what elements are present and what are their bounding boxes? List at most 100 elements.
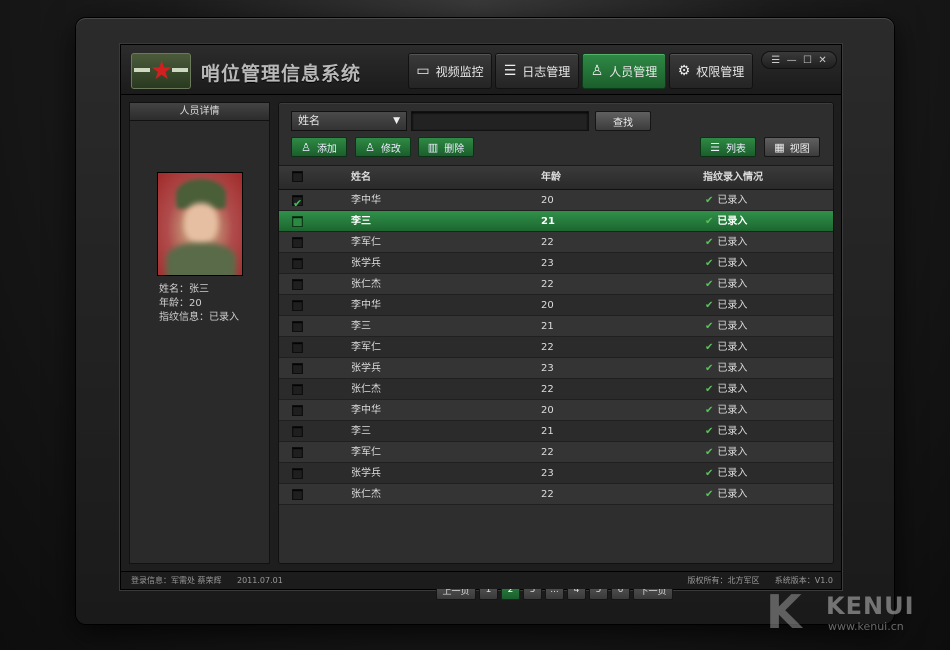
check-icon: ✔ bbox=[705, 258, 714, 269]
minimize-icon[interactable]: — bbox=[787, 55, 797, 66]
row-checkbox[interactable] bbox=[292, 484, 304, 505]
cell-name: 李军仁 bbox=[351, 447, 381, 458]
select-all-checkbox[interactable] bbox=[292, 166, 304, 187]
tab-personnel-management[interactable]: ♙ 人员管理 bbox=[582, 53, 666, 89]
table-row[interactable]: 张学兵 23 ✔ 已录入 bbox=[279, 358, 833, 379]
list-view-button[interactable]: ☰ 列表 bbox=[700, 137, 756, 157]
status-text: 已录入 bbox=[717, 447, 748, 458]
row-checkbox[interactable] bbox=[292, 295, 304, 316]
cell-age: 22 bbox=[541, 279, 554, 290]
table-row[interactable]: 李三 21 ✔ 已录入 bbox=[279, 316, 833, 337]
grid-view-button[interactable]: ▦ 视图 bbox=[764, 137, 820, 157]
table-row[interactable]: 张学兵 23 ✔ 已录入 bbox=[279, 253, 833, 274]
cell-status: ✔ 已录入 bbox=[705, 379, 747, 400]
close-icon[interactable]: ✕ bbox=[818, 55, 826, 66]
cell-name: 李中华 bbox=[351, 300, 381, 311]
cell-name: 张学兵 bbox=[351, 468, 381, 479]
delete-button[interactable]: ▥ 删除 bbox=[418, 137, 474, 157]
status-bar: 登录信息：军需处 蔡荣辉 2011.07.01 版权所有：北方军区 系统版本：V… bbox=[121, 571, 841, 589]
check-icon: ✔ bbox=[705, 300, 714, 311]
status-text: 已录入 bbox=[717, 405, 748, 416]
row-checkbox[interactable] bbox=[292, 316, 304, 337]
version-text: 系统版本：V1.0 bbox=[774, 576, 833, 585]
table-row[interactable]: 李军仁 22 ✔ 已录入 bbox=[279, 442, 833, 463]
document-icon: ☰ bbox=[503, 63, 517, 79]
row-checkbox[interactable] bbox=[292, 253, 304, 274]
check-icon: ✔ bbox=[705, 447, 714, 458]
row-checkbox[interactable] bbox=[292, 337, 304, 358]
app-header: ★ 哨位管理信息系统 ▭ 视频监控 ☰ 日志管理 ♙ 人员管理 ⚙ 权限管理 ☰… bbox=[121, 45, 841, 95]
select-value: 姓名 bbox=[298, 114, 320, 127]
table-row[interactable]: 李军仁 22 ✔ 已录入 bbox=[279, 232, 833, 253]
table-row[interactable]: 张仁杰 22 ✔ 已录入 bbox=[279, 484, 833, 505]
cell-age: 23 bbox=[541, 258, 554, 269]
cell-age: 22 bbox=[541, 447, 554, 458]
tab-label: 权限管理 bbox=[696, 64, 745, 79]
row-checkbox[interactable] bbox=[292, 379, 304, 400]
row-checkbox[interactable] bbox=[292, 421, 304, 442]
table-row[interactable]: 李军仁 22 ✔ 已录入 bbox=[279, 337, 833, 358]
status-text: 已录入 bbox=[717, 237, 748, 248]
chevron-down-icon: ▼ bbox=[393, 116, 400, 126]
table-row[interactable]: 张学兵 23 ✔ 已录入 bbox=[279, 463, 833, 484]
row-checkbox[interactable] bbox=[292, 400, 304, 421]
tab-label: 人员管理 bbox=[609, 64, 658, 79]
add-label: 添加 bbox=[316, 143, 337, 155]
tab-label: 视频监控 bbox=[435, 64, 484, 79]
tab-video-monitor[interactable]: ▭ 视频监控 bbox=[408, 53, 492, 89]
status-text: 已录入 bbox=[717, 300, 748, 311]
cell-status: ✔ 已录入 bbox=[705, 295, 747, 316]
app-title: 哨位管理信息系统 bbox=[201, 63, 362, 85]
status-text: 已录入 bbox=[717, 342, 748, 353]
add-button[interactable]: ♙ 添加 bbox=[291, 137, 347, 157]
window-controls: ☰ — ☐ ✕ bbox=[761, 51, 837, 69]
search-field-select[interactable]: 姓名 ▼ bbox=[291, 111, 407, 131]
cell-status: ✔ 已录入 bbox=[705, 484, 747, 505]
row-checkbox[interactable] bbox=[292, 211, 304, 232]
table-row[interactable]: 李三 21 ✔ 已录入 bbox=[279, 421, 833, 442]
table-row[interactable]: 李中华 20 ✔已录入 bbox=[279, 400, 833, 421]
row-checkbox[interactable] bbox=[292, 358, 304, 379]
status-text: 已录入 bbox=[717, 279, 748, 290]
edit-button[interactable]: ♙ 修改 bbox=[355, 137, 411, 157]
row-checkbox[interactable] bbox=[292, 232, 304, 253]
cell-name: 李三 bbox=[351, 216, 371, 227]
check-icon: ✔ bbox=[705, 363, 714, 374]
cell-name: 李中华 bbox=[351, 195, 381, 206]
army-star-logo-icon: ★ bbox=[131, 53, 191, 89]
personnel-photo bbox=[157, 172, 243, 276]
login-info: 登录信息：军需处 蔡荣辉 bbox=[131, 576, 222, 585]
check-icon: ✔ bbox=[705, 237, 714, 248]
maximize-icon[interactable]: ☐ bbox=[803, 55, 812, 66]
table-row[interactable]: 李中华 20 ✔已录入 bbox=[279, 295, 833, 316]
row-checkbox[interactable] bbox=[292, 463, 304, 484]
status-text: 已录入 bbox=[717, 321, 748, 332]
check-icon: ✔ bbox=[705, 468, 714, 479]
tab-permission-management[interactable]: ⚙ 权限管理 bbox=[669, 53, 753, 89]
copyright-text: 版权所有：北方军区 bbox=[687, 576, 760, 585]
status-text: 已录入 bbox=[717, 426, 748, 437]
cell-age: 20 bbox=[541, 405, 554, 416]
check-icon: ✔ bbox=[705, 342, 714, 353]
tab-log-management[interactable]: ☰ 日志管理 bbox=[495, 53, 579, 89]
watermark-brand: KENUI bbox=[826, 592, 915, 620]
row-checkbox[interactable] bbox=[292, 274, 304, 295]
cell-status: ✔ 已录入 bbox=[705, 211, 747, 232]
table-body: 李中华20✔已录入李三21✔已录入李军仁22✔已录入张学兵23✔已录入张仁杰22… bbox=[279, 190, 833, 505]
column-fingerprint-status: 指纹录入情况 bbox=[703, 172, 763, 183]
cell-name: 张仁杰 bbox=[351, 279, 381, 290]
table-row[interactable]: 张仁杰 22 ✔ 已录入 bbox=[279, 274, 833, 295]
cell-status: ✔ 已录入 bbox=[705, 400, 747, 421]
table-row[interactable]: 李三 21 ✔ 已录入 bbox=[279, 211, 833, 232]
row-checkbox[interactable] bbox=[292, 442, 304, 463]
search-button[interactable]: 查找 bbox=[595, 111, 651, 131]
cell-status: ✔ 已录入 bbox=[705, 190, 747, 211]
cell-status: ✔ 已录入 bbox=[705, 253, 747, 274]
menu-icon[interactable]: ☰ bbox=[771, 55, 780, 66]
table-row[interactable]: 张仁杰 22 ✔ 已录入 bbox=[279, 379, 833, 400]
row-checkbox[interactable] bbox=[292, 190, 304, 214]
table-row[interactable]: 李中华 20 ✔已录入 bbox=[279, 190, 833, 214]
edit-label: 修改 bbox=[380, 143, 401, 155]
cell-status: ✔ 已录入 bbox=[705, 337, 747, 358]
search-input[interactable] bbox=[411, 111, 589, 131]
